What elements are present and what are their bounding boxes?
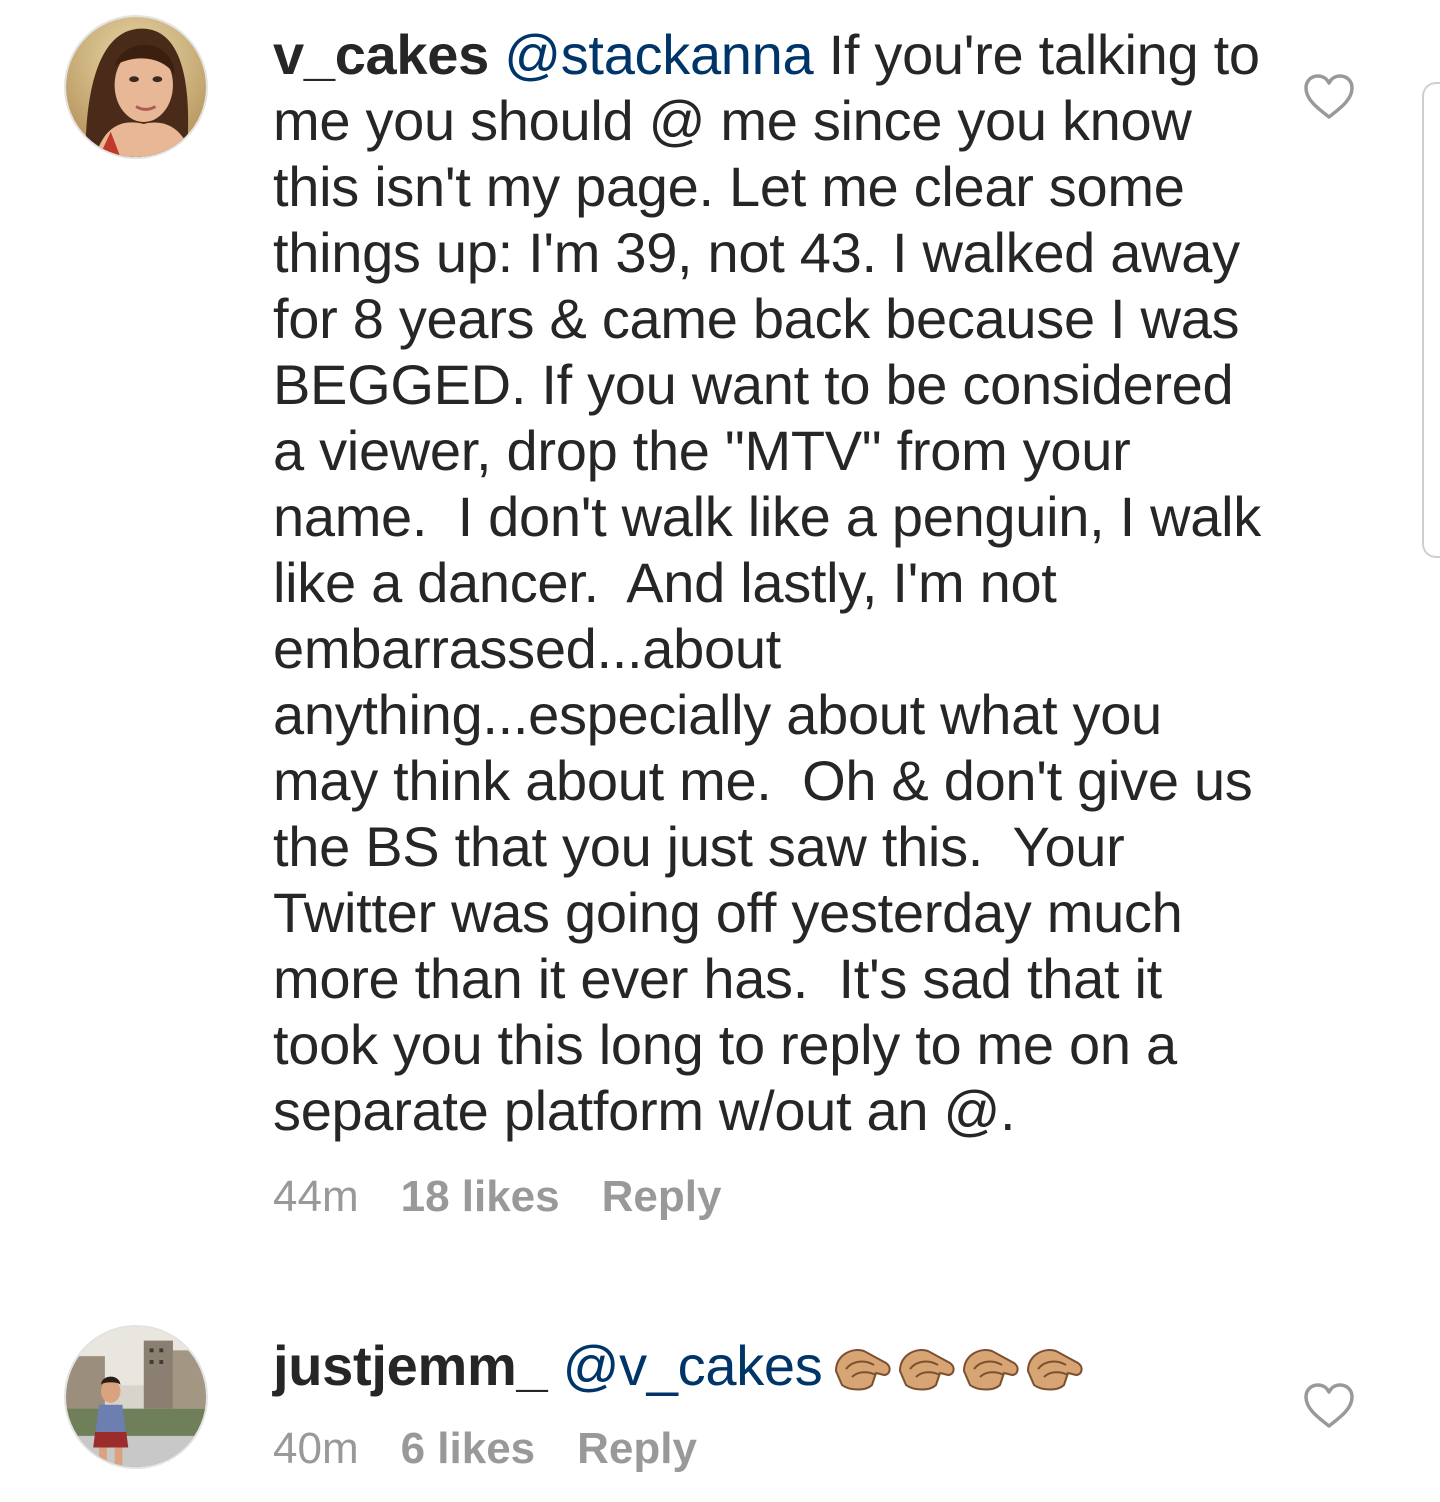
comment-likes-count[interactable]: 6 likes xyxy=(401,1424,536,1474)
scrollbar[interactable] xyxy=(1422,82,1440,558)
comment-timestamp: 44m xyxy=(273,1172,359,1221)
avatar[interactable] xyxy=(64,1325,208,1469)
comment-text: v_cakes @stackanna If you're talking to … xyxy=(273,22,1263,1144)
comment-mention[interactable]: @v_cakes xyxy=(563,1334,823,1397)
clapping-hands-emoji xyxy=(963,1349,1020,1391)
comment-timestamp: 40m xyxy=(273,1424,359,1473)
like-button[interactable] xyxy=(1302,73,1356,121)
clapping-hands-emoji xyxy=(899,1349,956,1391)
comment-body: If you're talking to me you should @ me … xyxy=(273,23,1277,1142)
comment-username[interactable]: v_cakes xyxy=(273,23,489,86)
comment-meta: 44m 18 likes Reply xyxy=(273,1172,721,1222)
emoji-group xyxy=(832,1341,1088,1407)
comment-likes-count[interactable]: 18 likes xyxy=(401,1172,560,1222)
profile-photo-icon xyxy=(66,17,206,157)
reply-button[interactable]: Reply xyxy=(602,1172,722,1222)
comments-page: v_cakes @stackanna If you're talking to … xyxy=(0,0,1440,1502)
heart-outline-icon xyxy=(1304,1383,1354,1428)
comment-meta: 40m 6 likes Reply xyxy=(273,1424,697,1474)
reply-button[interactable]: Reply xyxy=(577,1424,697,1474)
clapping-hands-emoji xyxy=(1027,1349,1084,1391)
heart-outline-icon xyxy=(1304,74,1354,119)
like-button[interactable] xyxy=(1302,1382,1356,1430)
comment-text: justjemm_ @v_cakes xyxy=(273,1333,1263,1407)
clapping-hands-emoji xyxy=(835,1349,892,1391)
comment-mention[interactable]: @stackanna xyxy=(504,23,813,86)
avatar[interactable] xyxy=(64,15,208,159)
profile-photo-icon xyxy=(66,1327,206,1467)
comment-username[interactable]: justjemm_ xyxy=(273,1334,548,1397)
